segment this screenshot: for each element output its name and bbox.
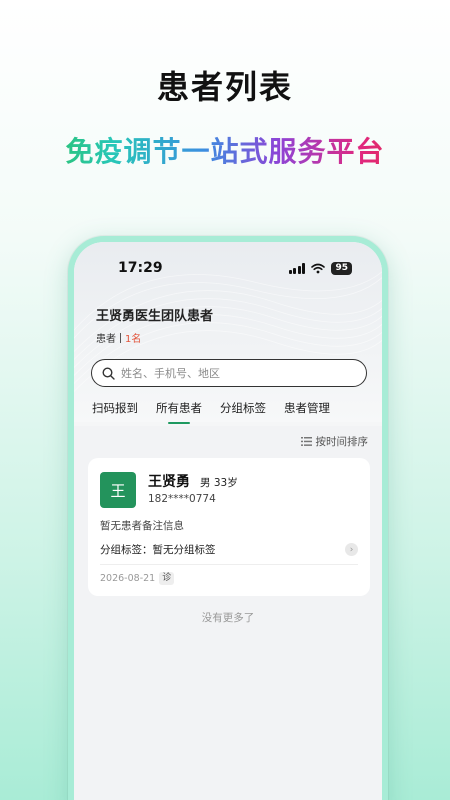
patient-count-label: 患者 — [96, 334, 116, 345]
search-icon — [102, 366, 115, 380]
phone-screen: 17:29 95 王贤勇医生团队患者 患者 1名 姓名、手机号、地区 扫码报到 … — [74, 242, 382, 800]
sort-button[interactable]: 按时间排序 — [300, 434, 369, 449]
search-input[interactable] — [121, 366, 341, 380]
patient-gender-age: 男 33岁 — [200, 477, 238, 489]
battery-icon: 95 — [331, 261, 352, 275]
patient-count-value: 1名 — [125, 334, 142, 345]
promo-subtitle: 免疫调节一站式服务平台 — [0, 130, 450, 170]
visit-date: 2026-08-21 — [100, 573, 156, 584]
search-bar[interactable] — [91, 359, 367, 387]
tab-patient-management[interactable]: 患者管理 — [284, 400, 330, 424]
sort-label: 按时间排序 — [315, 436, 369, 448]
tab-scan-checkin[interactable]: 扫码报到 — [92, 400, 138, 424]
promo-title: 患者列表 — [156, 68, 293, 106]
group-tag-row[interactable]: 分组标签：暂无分组标签 › — [100, 542, 358, 557]
chevron-right-icon[interactable]: › — [345, 543, 358, 556]
patient-remark: 暂无患者备注信息 — [100, 520, 184, 532]
diagnosis-badge: 诊 — [159, 572, 175, 585]
card-divider — [100, 564, 358, 565]
signal-icon — [288, 262, 306, 274]
patient-card[interactable]: 王 王贤勇 男 33岁 182****0774 暂无患者备注信息 分组标签：暂无… — [88, 458, 370, 596]
count-divider — [120, 332, 121, 343]
tab-all-patients[interactable]: 所有患者 — [156, 400, 202, 424]
tab-bar: 扫码报到 所有患者 分组标签 患者管理 — [92, 400, 330, 424]
patient-name: 王贤勇 — [148, 474, 190, 490]
group-tag-label: 分组标签： — [100, 544, 153, 556]
tab-group-tags[interactable]: 分组标签 — [220, 400, 266, 424]
group-tag-value: 暂无分组标签 — [152, 544, 216, 556]
wifi-icon — [311, 263, 326, 273]
visit-date-row: 2026-08-21 诊 — [100, 572, 175, 585]
patient-list-area: 按时间排序 王 王贤勇 男 33岁 182****0774 暂无患者备注信息 分… — [74, 426, 382, 800]
team-title: 王贤勇医生团队患者 — [96, 309, 214, 324]
status-bar: 17:29 95 — [74, 258, 382, 278]
sort-list-icon — [300, 437, 312, 446]
status-icons: 95 — [288, 261, 352, 275]
patient-count: 患者 1名 — [96, 330, 141, 345]
group-tag-text: 分组标签：暂无分组标签 — [100, 542, 216, 557]
phone-frame: 17:29 95 王贤勇医生团队患者 患者 1名 姓名、手机号、地区 扫码报到 … — [68, 236, 388, 800]
avatar: 王 — [100, 472, 136, 508]
no-more-text: 没有更多了 — [201, 612, 255, 624]
status-time: 17:29 — [118, 260, 163, 276]
patient-phone: 182****0774 — [148, 493, 216, 505]
